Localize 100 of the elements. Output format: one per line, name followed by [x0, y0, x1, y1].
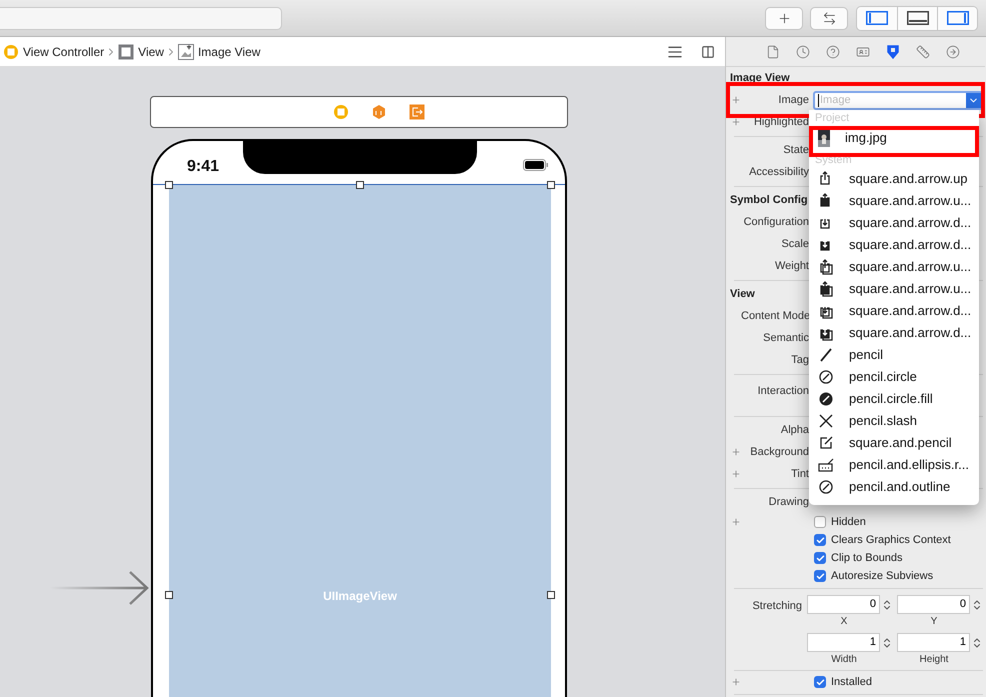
menu-item[interactable]: square.and.arrow.u...: [809, 256, 979, 278]
checkbox[interactable]: Clip to Bounds: [814, 550, 903, 566]
pencil-keyboard-icon: [818, 457, 834, 473]
plus-icon[interactable]: [731, 95, 741, 105]
id-card-icon: [856, 44, 870, 58]
resize-handle[interactable]: [165, 181, 173, 189]
attributes-icon: [885, 44, 901, 60]
breadcrumb-item[interactable]: Image View: [178, 42, 260, 60]
swap-icon: [822, 10, 836, 26]
field-label: State: [782, 142, 809, 158]
plus-icon[interactable]: [731, 469, 741, 479]
plus-icon[interactable]: [731, 447, 741, 457]
menu-item[interactable]: pencil.circle.fill: [809, 388, 979, 410]
section-title: View: [730, 286, 755, 302]
field-label: Interaction: [756, 384, 809, 399]
checkbox[interactable]: Installed: [814, 674, 872, 690]
edit-icon: [818, 435, 834, 451]
field-label: Alpha: [780, 422, 809, 438]
add-editor-icon[interactable]: [701, 44, 715, 58]
image-view-icon: [178, 44, 194, 60]
stepper-icon[interactable]: [971, 636, 983, 648]
panel-toggle[interactable]: [857, 6, 897, 30]
number-field[interactable]: 1: [897, 633, 970, 652]
number-field[interactable]: 0: [897, 595, 970, 614]
exit-icon[interactable]: [409, 104, 425, 120]
menu-item[interactable]: pencil: [809, 344, 979, 366]
field-label: Drawing: [768, 494, 809, 510]
lines-icon[interactable]: [667, 44, 683, 60]
menu-item[interactable]: square.and.arrow.up: [809, 168, 979, 190]
clock-icon: [796, 44, 810, 58]
field-label: Scale: [780, 236, 809, 252]
cross-icon: [818, 413, 834, 429]
field-caption: Height: [920, 653, 950, 667]
section-title: Symbol Config: [730, 192, 808, 208]
plus-icon[interactable]: [731, 117, 741, 127]
panel-toggle[interactable]: [937, 6, 977, 30]
resize-handle[interactable]: [356, 181, 364, 189]
checkbox[interactable]: Clears Graphics Context: [814, 532, 951, 548]
menu-item[interactable]: pencil.and.ellipsis.r...: [809, 454, 979, 476]
number-field[interactable]: 1: [807, 633, 880, 652]
resize-handle[interactable]: [165, 591, 173, 599]
menu-item[interactable]: pencil.slash: [809, 410, 979, 432]
view-icon: [118, 44, 134, 60]
field-label: Image: [777, 92, 809, 108]
menu-item[interactable]: pencil.and.outline: [809, 476, 979, 498]
search-field[interactable]: [0, 6, 282, 30]
image-view-label: UIImageView: [323, 588, 397, 605]
share-icon: [818, 259, 834, 275]
menu-item[interactable]: square.and.pencil: [809, 432, 979, 454]
battery-icon: [523, 159, 549, 171]
cube-icon[interactable]: [371, 104, 387, 120]
stepper-icon[interactable]: [881, 636, 893, 648]
menu-item[interactable]: square.and.arrow.d...: [809, 212, 979, 234]
pencil-icon: [818, 347, 834, 363]
field-label: Stretching: [751, 599, 802, 614]
bottom-panel-icon: [906, 11, 928, 25]
help-icon: [826, 44, 840, 58]
breadcrumb-item[interactable]: View: [118, 42, 164, 60]
stepper-icon[interactable]: [881, 598, 893, 610]
field-label: Tint: [790, 466, 809, 482]
menu-item[interactable]: img.jpg: [809, 126, 979, 150]
checkbox[interactable]: Autoresize Subviews: [814, 568, 934, 584]
right-panel-icon: [946, 11, 968, 25]
stepper-icon[interactable]: [971, 598, 983, 610]
menu-item[interactable]: pencil.circle: [809, 366, 979, 388]
field-caption: X: [840, 615, 848, 629]
menu-item[interactable]: square.and.arrow.u...: [809, 190, 979, 212]
field-label: Background: [749, 444, 809, 460]
section-title: Image View: [730, 70, 790, 86]
menu-item[interactable]: square.and.arrow.d...: [809, 234, 979, 256]
menu-item[interactable]: square.and.arrow.d...: [809, 300, 979, 322]
image-input-field[interactable]: Image: [819, 92, 966, 108]
image-combo-box[interactable]: Image: [813, 90, 983, 110]
share-icon: [818, 281, 834, 297]
field-caption: Y: [930, 615, 938, 629]
panel-toggle[interactable]: [897, 6, 937, 30]
file-icon: [766, 44, 780, 58]
checkbox[interactable]: Hidden: [814, 514, 866, 530]
field-label: Weight: [774, 258, 809, 274]
field-label: Highlighted: [752, 114, 809, 130]
number-field[interactable]: 0: [807, 595, 880, 614]
resize-handle[interactable]: [547, 591, 555, 599]
menu-item[interactable]: square.and.arrow.u...: [809, 278, 979, 300]
field-label: Content Mode: [741, 308, 809, 324]
dropdown-button[interactable]: [966, 92, 981, 108]
field-label: Tag: [790, 352, 809, 368]
view-controller-icon: [3, 44, 19, 60]
field-label: Configuration: [742, 214, 809, 230]
menu-item[interactable]: square.and.arrow.d...: [809, 322, 979, 344]
ruler-icon: [916, 44, 930, 58]
field-caption: Width: [831, 653, 858, 667]
left-panel-icon: [866, 11, 888, 25]
arrow-circle-icon: [946, 44, 960, 58]
resize-handle[interactable]: [547, 181, 555, 189]
swap-button[interactable]: [810, 6, 848, 30]
plus-icon[interactable]: [731, 517, 741, 527]
field-label: Accessibility: [748, 164, 809, 180]
plus-icon[interactable]: [731, 677, 741, 687]
breadcrumb-item[interactable]: View Controller: [3, 42, 104, 60]
field-label: Semantic: [762, 330, 809, 346]
